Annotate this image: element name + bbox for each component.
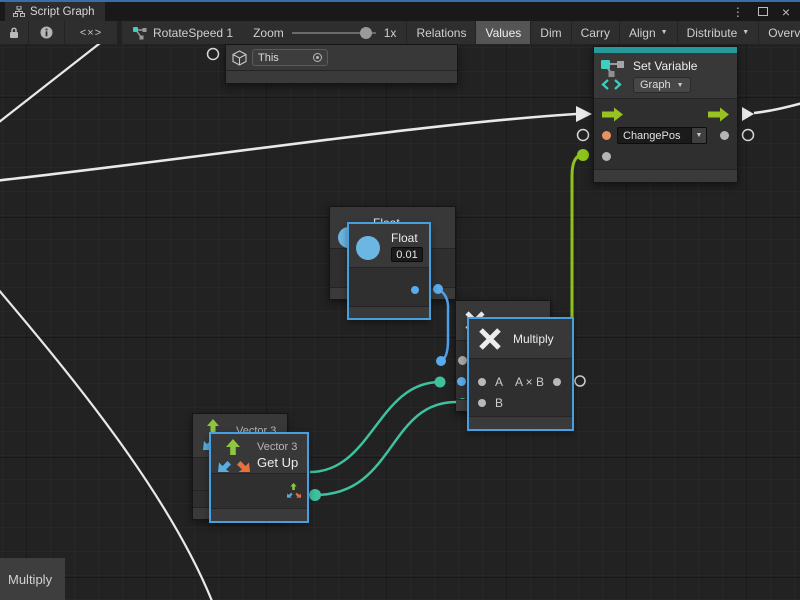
script-graph-window: Script Graph ⋮ × bbox=[0, 0, 800, 600]
zoom-value: 1x bbox=[384, 26, 397, 40]
carry-button[interactable]: Carry bbox=[572, 21, 620, 44]
this-object-field[interactable]: This bbox=[252, 49, 328, 66]
toolbar-main-group: RotateSpeed 1 Zoom 1x Relations Values D… bbox=[122, 21, 800, 44]
caret-down-icon: ▼ bbox=[696, 132, 703, 139]
relations-button[interactable]: Relations bbox=[407, 21, 476, 44]
distribute-dropdown[interactable]: Distribute ▼ bbox=[678, 21, 760, 44]
caret-down-icon: ▼ bbox=[661, 29, 668, 36]
multiply-icon bbox=[477, 326, 503, 352]
info-button[interactable] bbox=[29, 21, 65, 44]
variable-name-field[interactable]: ChangePos bbox=[617, 127, 692, 144]
multiply-input-a-port[interactable] bbox=[478, 378, 486, 386]
tab-script-graph[interactable]: Script Graph bbox=[5, 2, 105, 21]
graph-name: RotateSpeed 1 bbox=[153, 26, 233, 40]
float-output-port[interactable] bbox=[411, 286, 419, 294]
control-output-arrow[interactable] bbox=[708, 107, 730, 122]
variable-name-port[interactable] bbox=[602, 131, 611, 140]
this-node[interactable]: This bbox=[225, 44, 458, 84]
get-up-node[interactable]: Vector 3 Get Up bbox=[210, 433, 308, 522]
cube-icon bbox=[232, 50, 247, 66]
caret-down-icon: ▼ bbox=[677, 82, 684, 89]
zoom-slider-handle[interactable] bbox=[360, 27, 372, 39]
window-menu-icon[interactable]: ⋮ bbox=[732, 6, 744, 18]
multiply-node[interactable]: Multiply A A × B B bbox=[468, 318, 573, 430]
align-dropdown[interactable]: Align ▼ bbox=[620, 21, 678, 44]
input-value-port[interactable] bbox=[602, 152, 611, 161]
lock-icon bbox=[8, 26, 20, 39]
ghost-port-blue[interactable] bbox=[457, 377, 466, 386]
set-variable-node[interactable]: Set Variable Graph ▼ ChangePos ▼ bbox=[593, 46, 738, 183]
variable-scope-dropdown[interactable]: Graph ▼ bbox=[633, 77, 691, 93]
caret-down-icon: ▼ bbox=[742, 29, 749, 36]
ghost-port-a[interactable] bbox=[458, 356, 467, 365]
dim-button[interactable]: Dim bbox=[531, 21, 571, 44]
object-picker-icon[interactable] bbox=[313, 53, 322, 62]
set-variable-icon bbox=[600, 59, 626, 91]
graph-breadcrumb[interactable]: RotateSpeed 1 bbox=[122, 21, 243, 44]
float-node[interactable]: Float 0.01 bbox=[348, 223, 430, 319]
window-close-icon[interactable]: × bbox=[782, 5, 790, 19]
multiply-input-b-port[interactable] bbox=[478, 399, 486, 407]
output-value-port[interactable] bbox=[720, 131, 729, 140]
code-view-button[interactable]: <×> bbox=[65, 21, 117, 44]
multiply-output-port[interactable] bbox=[553, 378, 561, 386]
vector3-mini-icon bbox=[285, 482, 303, 499]
zoom-label: Zoom bbox=[253, 26, 284, 40]
graph-hierarchy-icon bbox=[13, 6, 25, 17]
zoom-slider[interactable] bbox=[292, 32, 376, 34]
lock-button[interactable] bbox=[0, 21, 29, 44]
control-input-arrow[interactable] bbox=[602, 107, 624, 122]
vector3-icon bbox=[214, 437, 254, 475]
float-value-field[interactable]: 0.01 bbox=[391, 247, 423, 262]
float-icon bbox=[356, 236, 380, 260]
multiply-partial-node[interactable]: Multiply bbox=[0, 558, 65, 600]
zoom-control: Zoom 1x bbox=[243, 21, 407, 44]
tab-bar: Script Graph ⋮ × bbox=[0, 2, 800, 21]
toolbar-left-group: <×> bbox=[0, 21, 117, 44]
graph-toolbar: <×> RotateSpeed 1 Zoom 1x Relatio bbox=[0, 21, 800, 44]
variable-name-caret[interactable]: ▼ bbox=[692, 127, 707, 144]
info-icon bbox=[40, 26, 53, 39]
overview-button[interactable]: Overview bbox=[759, 21, 800, 44]
script-graph-icon bbox=[132, 26, 147, 40]
window-maximize-icon[interactable] bbox=[758, 7, 768, 16]
window-controls: ⋮ × bbox=[732, 2, 800, 21]
tab-title: Script Graph bbox=[30, 6, 95, 18]
code-view-icon: <×> bbox=[80, 27, 102, 39]
values-button[interactable]: Values bbox=[476, 21, 531, 44]
